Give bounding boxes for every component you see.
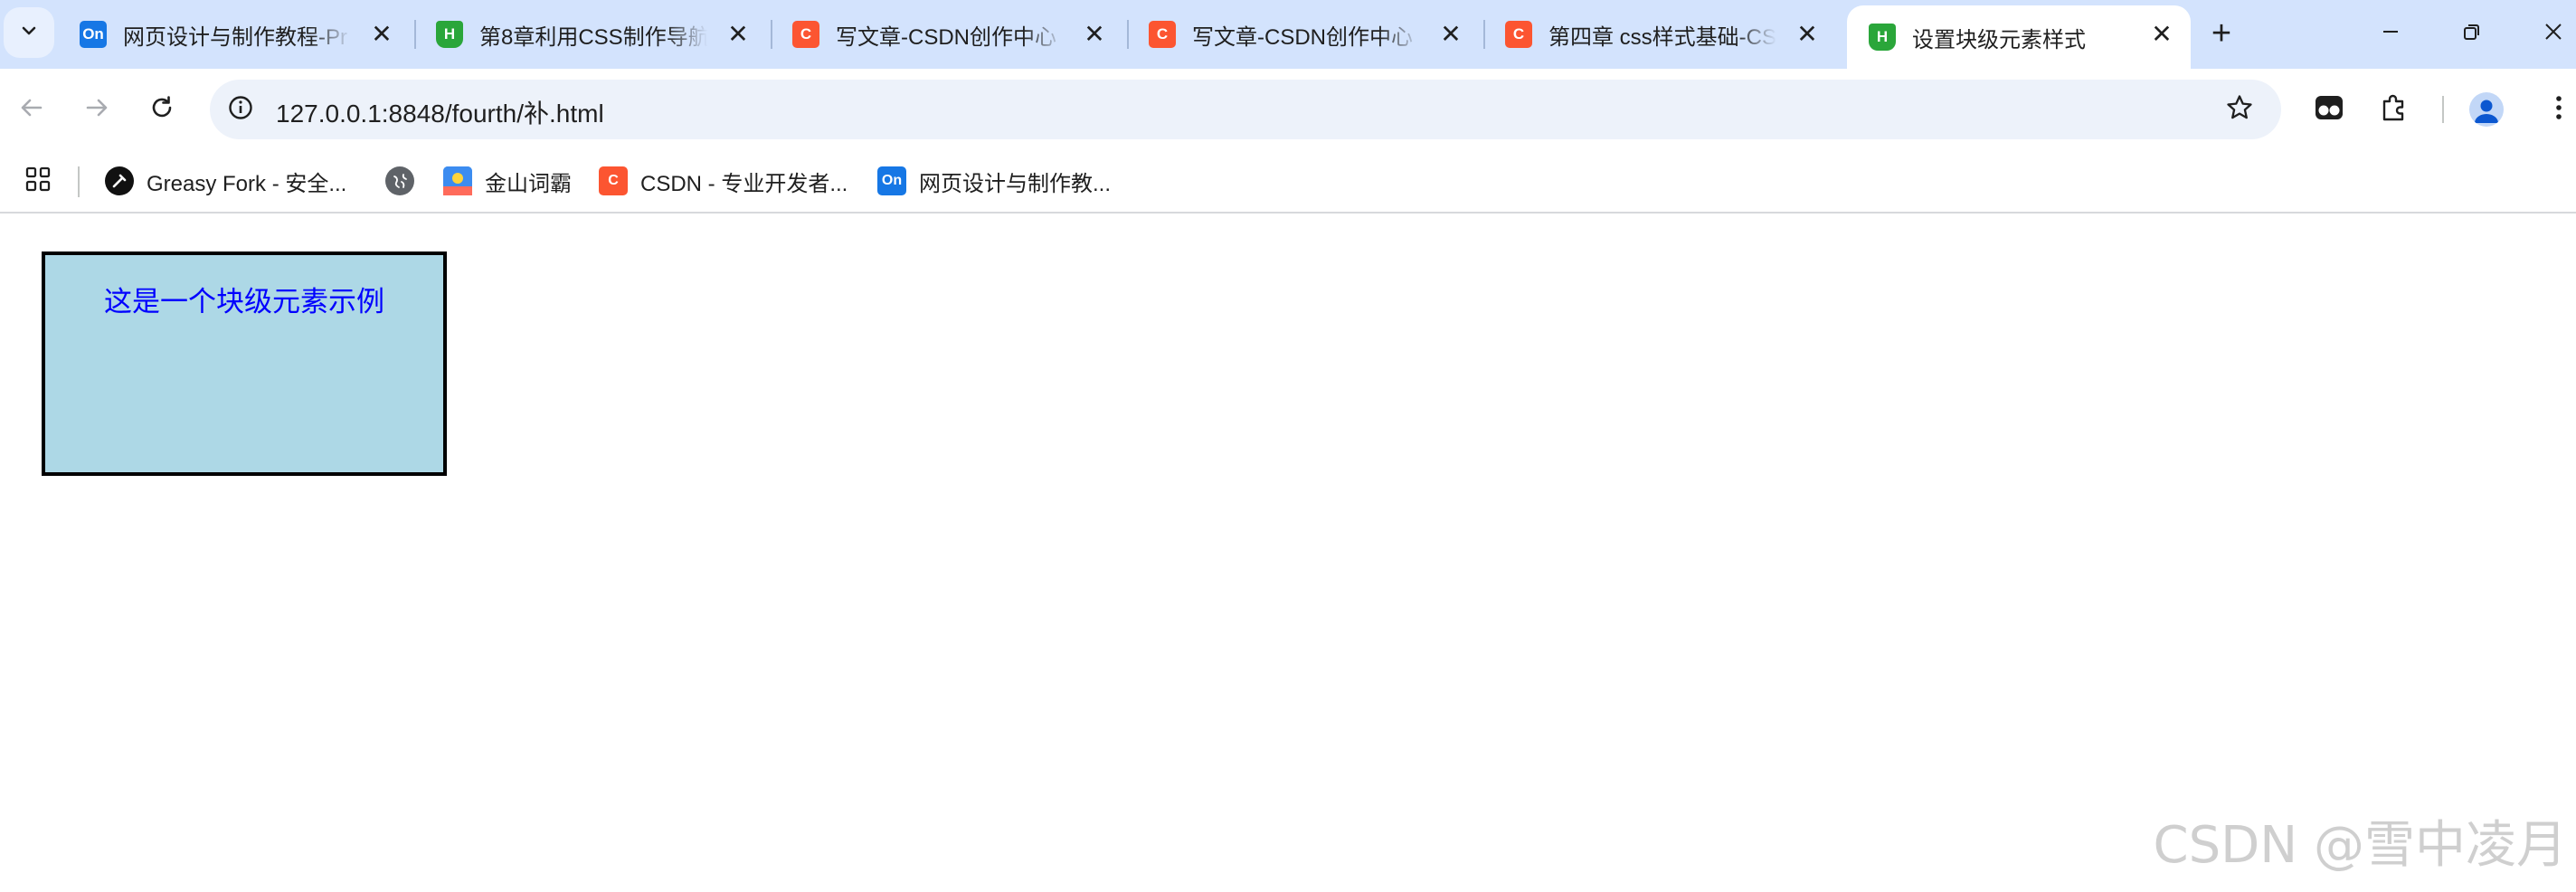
forward-button[interactable]: [76, 89, 118, 130]
bookmark-globe[interactable]: [385, 163, 427, 199]
url-text[interactable]: 127.0.0.1:8848/fourth/补.html: [276, 94, 604, 130]
person-icon: [2469, 100, 2504, 127]
iciba-icon: [443, 166, 472, 195]
bookmark-label: CSDN - 专业开发者...: [640, 171, 848, 196]
close-icon[interactable]: ✕: [369, 22, 394, 47]
puzzle-icon: [2378, 91, 2410, 128]
close-window-button[interactable]: [2533, 13, 2574, 54]
tab-title: 设置块级元素样式: [1912, 27, 2086, 52]
hbuilder-icon: H: [436, 21, 463, 48]
csdn-icon: C: [599, 166, 628, 195]
reload-icon: [148, 94, 175, 126]
close-window-icon: [2543, 22, 2563, 46]
bookmark-label: Greasy Fork - 安全...: [147, 171, 347, 196]
tab-search-button[interactable]: [4, 7, 54, 58]
toolbar-divider: [2442, 96, 2444, 123]
tab-2[interactable]: H 第8章利用CSS制作导航 ✕: [414, 9, 767, 60]
block-element-text: 这是一个块级元素示例: [104, 286, 384, 318]
tab-title: 写文章-CSDN创作中心: [1192, 24, 1413, 50]
bookmarks-divider: [78, 166, 80, 197]
close-icon[interactable]: ✕: [2149, 22, 2174, 47]
chevron-down-icon: [19, 21, 39, 45]
bookmark-star-button[interactable]: [2221, 91, 2258, 128]
arrow-right-icon: [83, 94, 110, 126]
block-element-box: 这是一个块级元素示例: [42, 251, 447, 476]
new-tab-button[interactable]: +: [2203, 16, 2240, 52]
tampermonkey-icon: [2313, 91, 2345, 128]
csdn-icon: C: [1149, 21, 1176, 48]
tab-title: 第8章利用CSS制作导航: [479, 24, 707, 50]
apps-button[interactable]: [22, 165, 54, 197]
tab-3[interactable]: C 写文章-CSDN创作中心 ✕: [771, 9, 1123, 60]
restore-icon: [2462, 22, 2482, 46]
bookmark-webdesign[interactable]: On 网页设计与制作教...: [877, 163, 1111, 199]
bookmark-label: 金山词霸: [485, 171, 572, 196]
browser-menu-button[interactable]: [2538, 89, 2576, 130]
tab-title: 写文章-CSDN创作中心: [836, 24, 1056, 50]
csdn-watermark: CSDN @雪中凌月: [2153, 816, 2567, 875]
info-icon: [227, 94, 254, 126]
bookmark-greasyfork[interactable]: Greasy Fork - 安全...: [105, 163, 346, 199]
globe-icon: [385, 166, 414, 195]
arrow-left-icon: [18, 94, 45, 126]
apps-grid-icon: [24, 166, 52, 197]
tab-title: 第四章 css样式基础-CS: [1548, 24, 1776, 50]
tab-6-active[interactable]: H 设置块级元素样式 ✕: [1847, 5, 2191, 69]
close-icon[interactable]: ✕: [1438, 22, 1463, 47]
browser-window: On 网页设计与制作教程-Pr ✕ H 第8章利用CSS制作导航 ✕ C 写文章…: [0, 0, 2576, 892]
greasyfork-icon: [105, 166, 134, 195]
minimize-button[interactable]: [2370, 13, 2411, 54]
tab-1[interactable]: On 网页设计与制作教程-Pr ✕: [58, 9, 411, 60]
on-icon: On: [80, 21, 107, 48]
bookmark-label: 网页设计与制作教...: [919, 171, 1112, 196]
hbuilder-icon: H: [1869, 24, 1896, 51]
bookmark-csdn[interactable]: C CSDN - 专业开发者...: [599, 163, 848, 199]
csdn-icon: C: [792, 21, 819, 48]
bookmarks-bar: Greasy Fork - 安全... 金山词霸 C CSDN - 专业开发者.…: [0, 150, 2576, 214]
tab-5[interactable]: C 第四章 css样式基础-CS ✕: [1483, 9, 1836, 60]
close-icon[interactable]: ✕: [1795, 22, 1820, 47]
back-button[interactable]: [11, 89, 52, 130]
page-content: 这是一个块级元素示例 CSDN @雪中凌月: [0, 214, 2576, 892]
tab-title: 网页设计与制作教程-Pr: [123, 24, 347, 50]
more-vert-icon: [2553, 91, 2564, 128]
minimize-icon: [2381, 22, 2401, 46]
address-bar[interactable]: 127.0.0.1:8848/fourth/补.html: [210, 80, 2281, 139]
csdn-icon: C: [1505, 21, 1532, 48]
extensions-menu-button[interactable]: [2373, 89, 2415, 130]
tab-strip: On 网页设计与制作教程-Pr ✕ H 第8章利用CSS制作导航 ✕ C 写文章…: [0, 0, 2576, 69]
on-icon: On: [877, 166, 906, 195]
restore-button[interactable]: [2451, 13, 2493, 54]
profile-avatar[interactable]: [2469, 92, 2504, 127]
bookmark-iciba[interactable]: 金山词霸: [443, 163, 572, 199]
star-icon: [2225, 93, 2254, 127]
toolbar: 127.0.0.1:8848/fourth/补.html: [0, 69, 2576, 150]
tab-4[interactable]: C 写文章-CSDN创作中心 ✕: [1127, 9, 1480, 60]
close-icon[interactable]: ✕: [725, 22, 751, 47]
close-icon[interactable]: ✕: [1082, 22, 1107, 47]
reload-button[interactable]: [141, 89, 183, 130]
site-info-button[interactable]: [223, 91, 259, 128]
extension-button[interactable]: [2308, 89, 2350, 130]
